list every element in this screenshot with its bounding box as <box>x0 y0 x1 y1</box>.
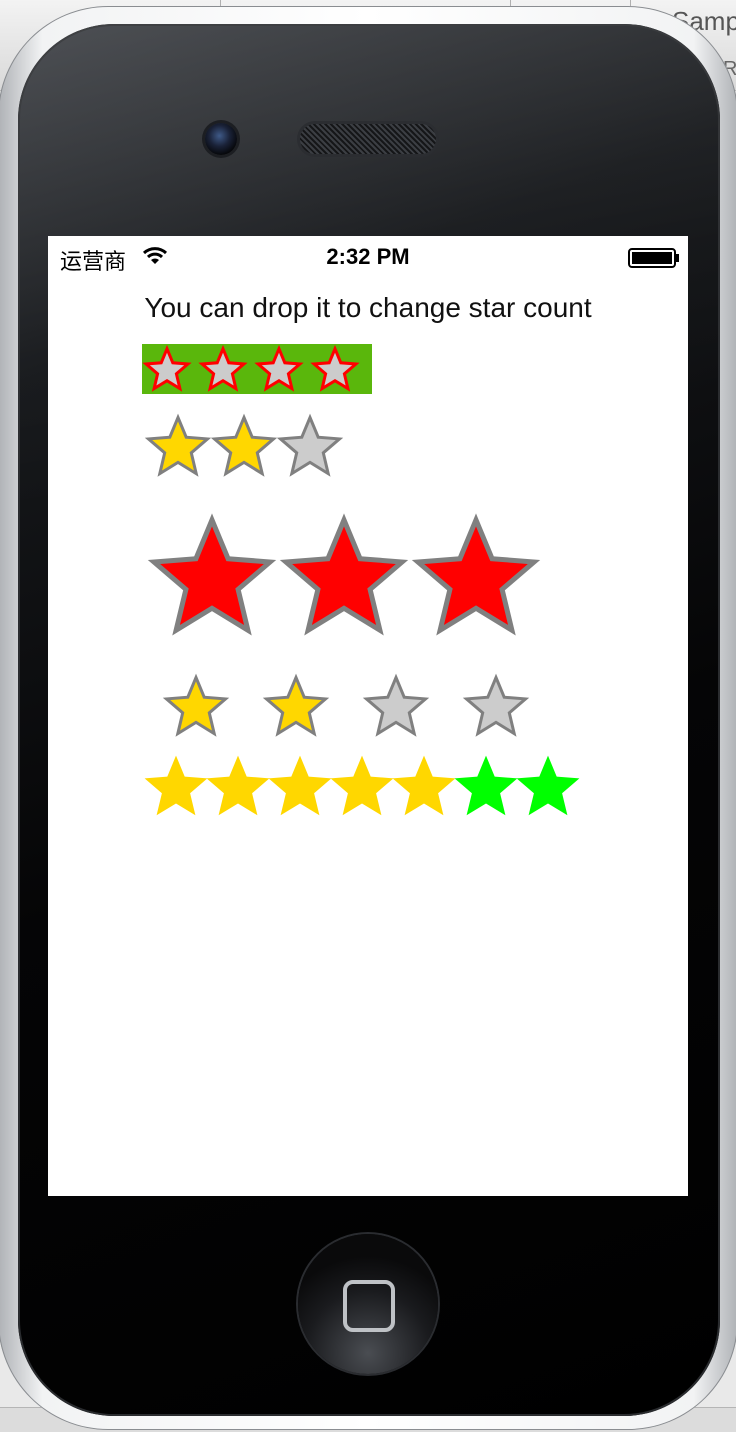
earpiece-speaker <box>300 124 436 154</box>
status-bar: 运营商 2:32 PM <box>48 236 688 276</box>
filled-star-icon[interactable] <box>162 673 230 737</box>
instruction-headline: You can drop it to change star count <box>144 292 592 323</box>
battery-icon <box>628 248 679 268</box>
empty-star-icon[interactable] <box>198 344 248 392</box>
rating-row-1[interactable] <box>142 344 372 394</box>
empty-star-icon[interactable] <box>276 413 344 477</box>
filled-star-icon[interactable] <box>144 413 212 477</box>
empty-star-icon[interactable] <box>254 344 304 392</box>
empty-star-icon[interactable] <box>310 344 360 392</box>
rating-row-3-stars <box>147 513 541 636</box>
rating-row-4-stars <box>162 673 530 737</box>
rating-row-1-stars <box>142 344 360 392</box>
filled-star-icon[interactable] <box>147 513 277 636</box>
filled-star-icon[interactable] <box>330 755 394 816</box>
filled-star-icon[interactable] <box>144 755 208 816</box>
rating-row-5[interactable] <box>142 752 588 820</box>
filled-star-icon[interactable] <box>262 673 330 737</box>
filled-star-icon[interactable] <box>206 755 270 816</box>
empty-star-icon[interactable] <box>362 673 430 737</box>
home-button[interactable] <box>298 1234 438 1374</box>
status-time: 2:32 PM <box>326 244 410 269</box>
filled-star-icon[interactable] <box>392 755 456 816</box>
filled-star-icon[interactable] <box>279 513 409 636</box>
filled-star-icon[interactable] <box>411 513 541 636</box>
home-square-icon <box>343 1280 395 1332</box>
rating-row-2[interactable] <box>144 412 354 480</box>
rating-row-2-stars <box>144 413 344 477</box>
filled-star-icon[interactable] <box>268 755 332 816</box>
front-camera-icon <box>205 123 237 155</box>
empty-star-icon[interactable] <box>462 673 530 737</box>
empty-star-icon[interactable] <box>516 755 580 816</box>
empty-star-icon[interactable] <box>454 755 518 816</box>
empty-star-icon[interactable] <box>142 344 192 392</box>
rating-row-3[interactable] <box>146 510 546 642</box>
rating-row-5-stars <box>144 755 580 816</box>
filled-star-icon[interactable] <box>210 413 278 477</box>
app-screen: 运营商 2:32 PM You can drop it to change st… <box>48 236 688 1196</box>
rating-row-4[interactable] <box>162 672 534 740</box>
